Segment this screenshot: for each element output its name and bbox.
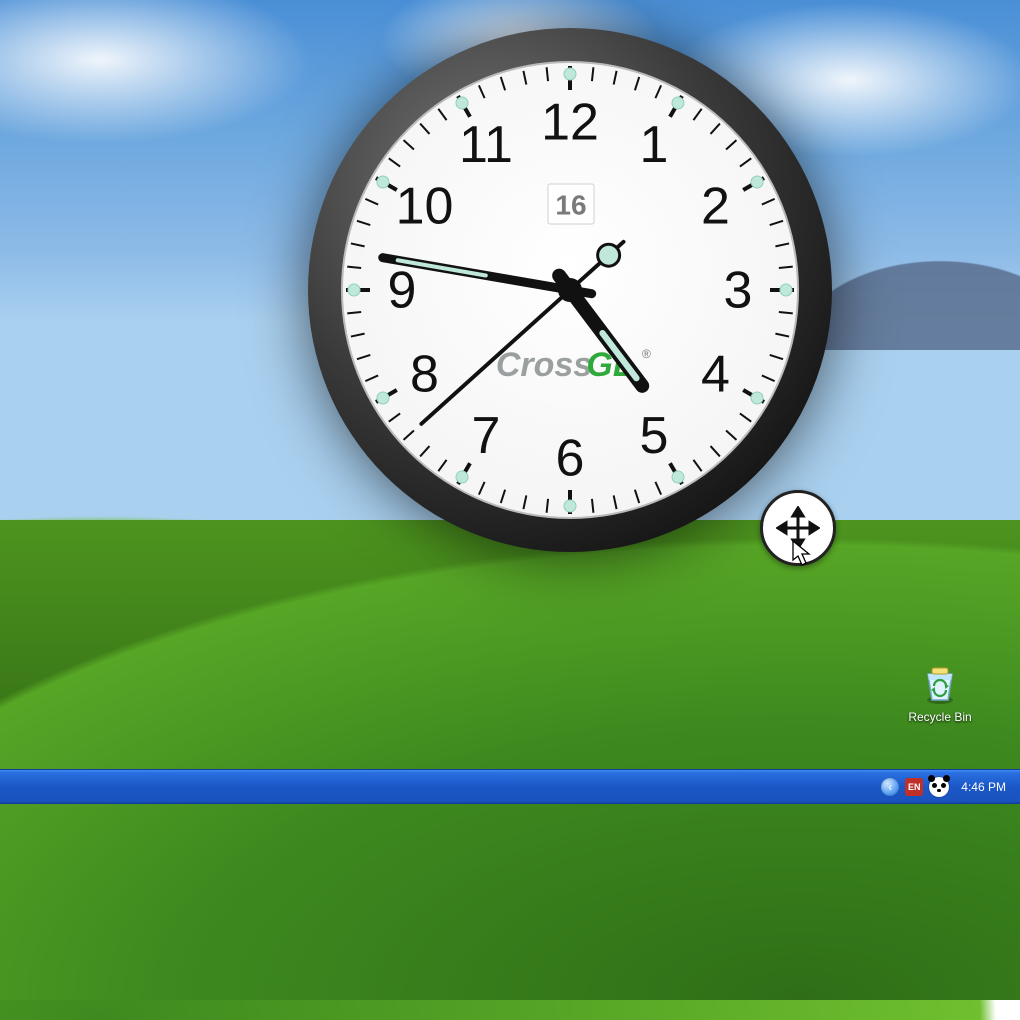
svg-text:1: 1 [640, 116, 669, 174]
svg-text:4: 4 [701, 346, 730, 404]
mouse-cursor [792, 540, 814, 568]
chevron-left-icon: ‹ [888, 780, 892, 794]
tray-collapse-button[interactable]: ‹ [881, 778, 899, 796]
svg-text:6: 6 [556, 430, 585, 488]
recycle-bin-icon [918, 662, 962, 706]
system-tray[interactable]: ‹ EN 4:46 PM [875, 770, 1020, 804]
recycle-bin-label: Recycle Bin [900, 710, 980, 724]
svg-text:7: 7 [472, 407, 501, 465]
svg-text:Cross: Cross [496, 346, 592, 384]
svg-text:9: 9 [388, 262, 417, 320]
date-indicator: 16 [555, 189, 586, 220]
svg-text:3: 3 [724, 262, 753, 320]
clock-widget[interactable]: 121234567891011 16 Cross GL ® [300, 20, 840, 560]
svg-text:8: 8 [410, 346, 439, 404]
tray-panda-icon[interactable] [929, 777, 949, 797]
recycle-bin[interactable]: Recycle Bin [900, 662, 980, 724]
svg-text:2: 2 [701, 178, 730, 236]
tray-app-label: EN [908, 782, 921, 792]
tray-app-icon[interactable]: EN [905, 778, 923, 796]
taskbar-clock[interactable]: 4:46 PM [961, 780, 1006, 794]
svg-text:®: ® [642, 347, 651, 361]
clock-face-svg: 121234567891011 16 Cross GL ® [300, 20, 840, 560]
svg-text:11: 11 [459, 116, 513, 174]
svg-text:10: 10 [396, 178, 454, 236]
taskbar[interactable]: ‹ EN 4:46 PM [0, 769, 1020, 804]
svg-text:12: 12 [541, 94, 599, 152]
svg-text:5: 5 [640, 407, 669, 465]
